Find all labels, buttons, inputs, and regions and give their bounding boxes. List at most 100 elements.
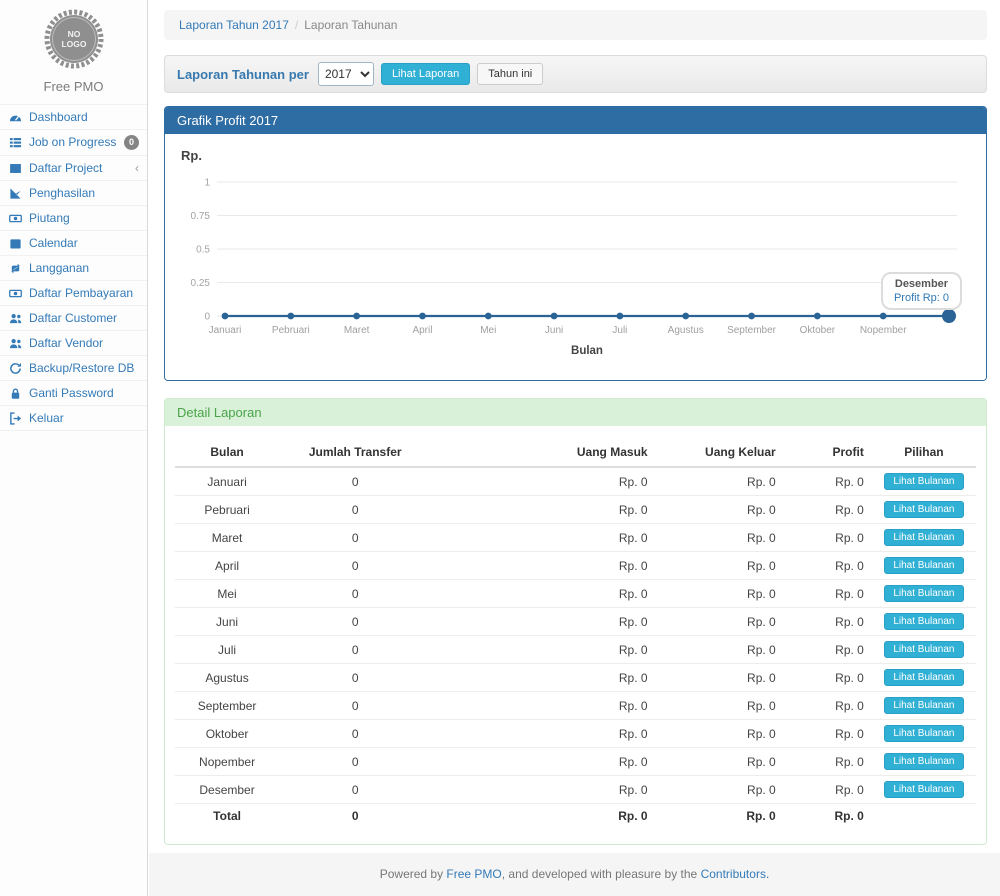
table-cell: Rp. 0	[784, 608, 872, 636]
table-cell-action: Lihat Bulanan	[872, 776, 976, 804]
filter-label: Laporan Tahunan per	[177, 67, 309, 82]
col-header-bulan: Bulan	[175, 438, 279, 467]
table-cell: Januari	[175, 467, 279, 496]
table-cell: Rp. 0	[431, 748, 655, 776]
table-cell: Rp. 0	[431, 692, 655, 720]
table-cell: 0	[279, 552, 431, 580]
year-select[interactable]: 2017	[318, 62, 374, 86]
sidebar-item-piutang[interactable]: Piutang	[0, 205, 147, 230]
sidebar-item-daftar-vendor[interactable]: Daftar Vendor	[0, 330, 147, 355]
lihat-bulanan-button[interactable]: Lihat Bulanan	[884, 557, 963, 574]
lihat-laporan-button[interactable]: Lihat Laporan	[381, 63, 470, 85]
detail-panel-body: Bulan Jumlah Transfer Uang Masuk Uang Ke…	[165, 426, 986, 844]
lihat-bulanan-button[interactable]: Lihat Bulanan	[884, 585, 963, 602]
table-cell: Desember	[175, 776, 279, 804]
lihat-bulanan-button[interactable]: Lihat Bulanan	[884, 529, 963, 546]
lihat-bulanan-button[interactable]: Lihat Bulanan	[884, 725, 963, 742]
calendar-icon	[8, 236, 22, 250]
page-footer: Powered by Free PMO, and developed with …	[149, 853, 1000, 896]
money-icon	[8, 286, 22, 300]
table-cell: Rp. 0	[784, 636, 872, 664]
lihat-bulanan-button[interactable]: Lihat Bulanan	[884, 697, 963, 714]
table-cell: 0	[279, 664, 431, 692]
table-cell-action: Lihat Bulanan	[872, 608, 976, 636]
line-chart-icon	[8, 186, 22, 200]
table-cell: Rp. 0	[431, 467, 655, 496]
tahun-ini-button[interactable]: Tahun ini	[477, 63, 543, 85]
sidebar-item-job-on-progress[interactable]: Job on Progress 0	[0, 129, 147, 155]
profit-chart-panel: Grafik Profit 2017 Rp. 00.250.50.751Janu…	[164, 106, 987, 381]
svg-text:April: April	[412, 325, 432, 336]
lock-icon	[8, 386, 22, 400]
lihat-bulanan-button[interactable]: Lihat Bulanan	[884, 669, 963, 686]
lihat-bulanan-button[interactable]: Lihat Bulanan	[884, 501, 963, 518]
sidebar-item-daftar-project[interactable]: Daftar Project ‹	[0, 155, 147, 180]
table-cell: 0	[279, 636, 431, 664]
table-cell-action: Lihat Bulanan	[872, 692, 976, 720]
breadcrumb-separator: /	[295, 18, 298, 32]
table-row: Desember0Rp. 0Rp. 0Rp. 0Lihat Bulanan	[175, 776, 976, 804]
svg-text:LOGO: LOGO	[61, 39, 86, 49]
table-cell-action: Lihat Bulanan	[872, 748, 976, 776]
sidebar-item-calendar[interactable]: Calendar	[0, 230, 147, 255]
svg-text:0.25: 0.25	[191, 278, 211, 289]
table-cell: Juni	[175, 608, 279, 636]
lihat-bulanan-button[interactable]: Lihat Bulanan	[884, 473, 963, 490]
table-cell: Rp. 0	[431, 552, 655, 580]
sidebar-item-daftar-customer[interactable]: Daftar Customer	[0, 305, 147, 330]
chart-canvas[interactable]: 00.250.50.751JanuariPebruariMaretAprilMe…	[179, 165, 979, 365]
lihat-bulanan-button[interactable]: Lihat Bulanan	[884, 641, 963, 658]
col-header-pilihan: Pilihan	[872, 438, 976, 467]
svg-text:Oktober: Oktober	[800, 325, 836, 336]
table-cell: Rp. 0	[784, 720, 872, 748]
money-icon	[8, 211, 22, 225]
table-cell: 0	[279, 776, 431, 804]
table-icon	[8, 161, 22, 175]
col-header-jumlah-transfer: Jumlah Transfer	[279, 438, 431, 467]
sidebar-item-penghasilan[interactable]: Penghasilan	[0, 180, 147, 205]
breadcrumb-current: Laporan Tahunan	[304, 18, 397, 32]
lihat-bulanan-button[interactable]: Lihat Bulanan	[884, 613, 963, 630]
col-header-uang-masuk: Uang Masuk	[431, 438, 655, 467]
dashboard-icon	[8, 110, 22, 124]
svg-text:Januari: Januari	[209, 325, 242, 336]
sidebar-item-daftar-pembayaran[interactable]: Daftar Pembayaran	[0, 280, 147, 305]
app-logo: NO LOGO	[0, 0, 147, 77]
page: NO LOGO Free PMO Dashboard Job on Progre…	[0, 0, 1000, 896]
sidebar-item-backup-restore-db[interactable]: Backup/Restore DB	[0, 355, 147, 380]
detail-panel-title: Detail Laporan	[165, 399, 986, 426]
sidebar-item-dashboard[interactable]: Dashboard	[0, 104, 147, 129]
lihat-bulanan-button[interactable]: Lihat Bulanan	[884, 753, 963, 770]
table-cell: Oktober	[175, 720, 279, 748]
table-cell: 0	[279, 804, 431, 829]
detail-report-panel: Detail Laporan Bulan Jumlah Transfer Uan…	[164, 398, 987, 845]
table-cell: Rp. 0	[656, 776, 784, 804]
table-cell: Rp. 0	[784, 748, 872, 776]
sidebar-item-ganti-password[interactable]: Ganti Password	[0, 380, 147, 405]
svg-text:0.75: 0.75	[191, 211, 211, 222]
table-cell: Rp. 0	[656, 524, 784, 552]
svg-text:0.5: 0.5	[196, 245, 210, 256]
breadcrumb-link[interactable]: Laporan Tahun 2017	[179, 18, 289, 32]
table-cell: 0	[279, 692, 431, 720]
table-cell: Rp. 0	[656, 467, 784, 496]
table-cell: Rp. 0	[656, 692, 784, 720]
free-pmo-link[interactable]: Free PMO	[446, 867, 501, 881]
svg-text:Juli: Juli	[612, 325, 627, 336]
table-cell: Rp. 0	[784, 804, 872, 829]
table-row: Juli0Rp. 0Rp. 0Rp. 0Lihat Bulanan	[175, 636, 976, 664]
table-cell: Rp. 0	[784, 692, 872, 720]
main-content: Laporan Tahun 2017 / Laporan Tahunan Lapor…	[149, 0, 1000, 896]
sidebar-item-langganan[interactable]: Langganan	[0, 255, 147, 280]
chart-panel-body: Rp. 00.250.50.751JanuariPebruariMaretApr…	[165, 134, 986, 380]
report-filter-bar: Laporan Tahunan per 2017 Lihat Laporan T…	[164, 55, 987, 93]
table-cell: Rp. 0	[656, 608, 784, 636]
table-cell: Rp. 0	[784, 776, 872, 804]
no-logo-icon: NO LOGO	[43, 8, 105, 70]
table-cell: Rp. 0	[431, 776, 655, 804]
contributors-link[interactable]: Contributors.	[701, 867, 770, 881]
task-list-icon	[8, 136, 22, 150]
lihat-bulanan-button[interactable]: Lihat Bulanan	[884, 781, 963, 798]
svg-text:Juni: Juni	[545, 325, 563, 336]
sidebar-item-keluar[interactable]: Keluar	[0, 405, 147, 431]
